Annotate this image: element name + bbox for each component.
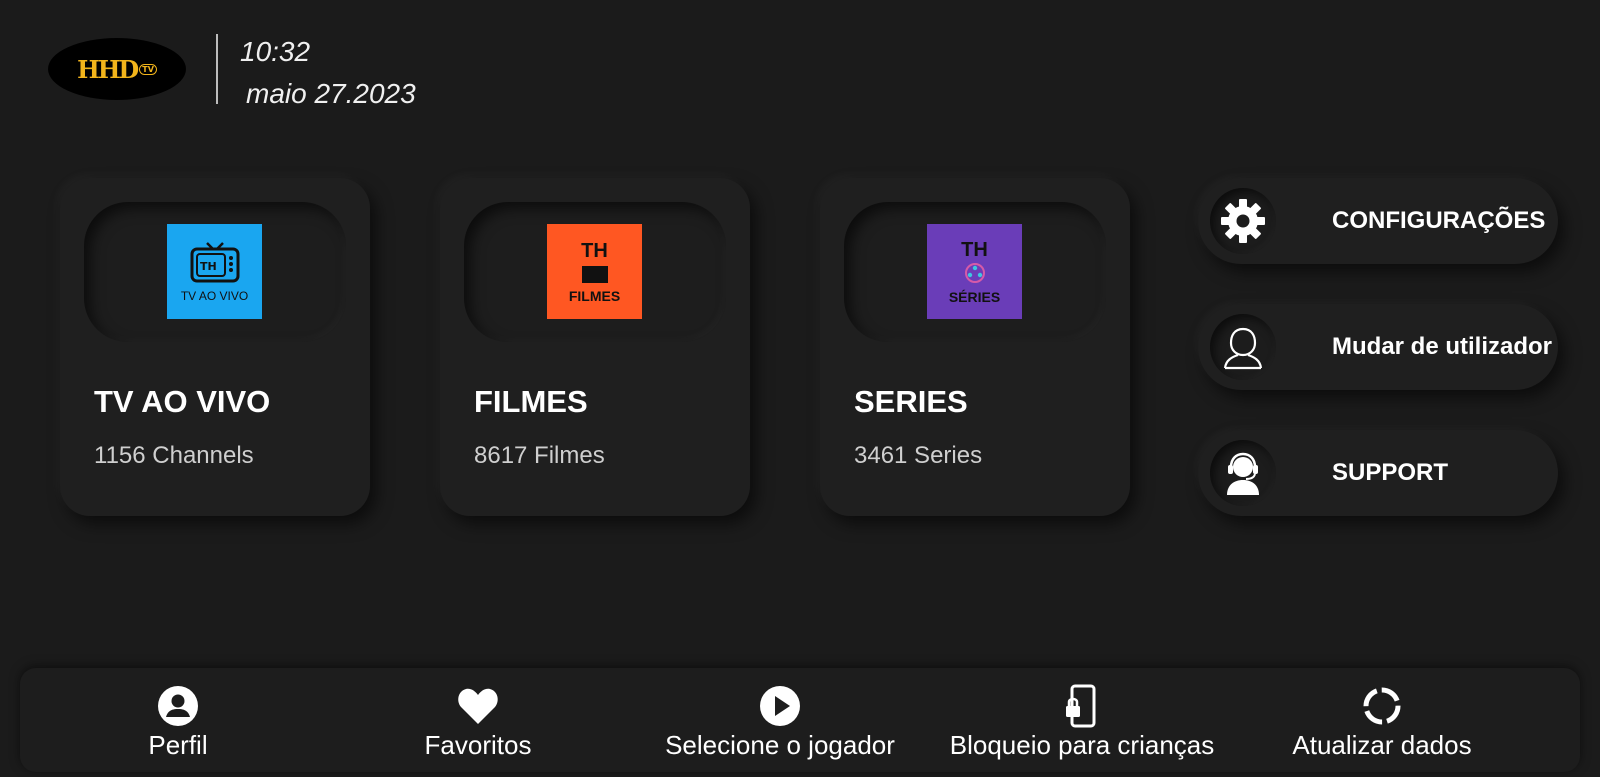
tile-label: TV AO VIVO — [180, 288, 249, 303]
nav-select-player[interactable]: Selecione o jogador — [630, 668, 930, 772]
svg-text:TH: TH — [200, 260, 217, 273]
settings-label: CONFIGURAÇÕES — [1332, 207, 1546, 234]
card-subtitle: 1156 Channels — [94, 442, 254, 469]
support-label: SUPPORT — [1332, 459, 1449, 486]
play-icon — [760, 686, 800, 726]
nav-label: Bloqueio para crianças — [949, 730, 1215, 760]
tv-frame-icon: TH — [190, 241, 239, 282]
card-series[interactable]: TH SÉRIES SERIES 3461 Series — [820, 178, 1130, 516]
nav-label: Selecione o jogador — [665, 730, 895, 760]
clapper-icon — [581, 265, 608, 283]
logo-sub: TV — [139, 63, 157, 75]
clock-time: 10:32 — [240, 36, 311, 67]
film-reel-icon: TH SÉRIES — [927, 224, 1022, 319]
clock-date: maio 27.2023 — [246, 78, 416, 109]
gear-icon — [1210, 188, 1276, 254]
nav-refresh-data[interactable]: Atualizar dados — [1232, 668, 1532, 772]
card-subtitle: 8617 Filmes — [474, 442, 605, 469]
card-title: SERIES — [854, 384, 968, 419]
nav-favorites[interactable]: Favoritos — [328, 668, 628, 772]
support-button[interactable]: SUPPORT — [1198, 430, 1558, 516]
tile-th: TH — [961, 238, 988, 261]
card-title: TV AO VIVO — [94, 384, 271, 419]
card-movies[interactable]: TH FILMES FILMES 8617 Filmes — [440, 178, 750, 516]
nav-profile[interactable]: Perfil — [28, 668, 328, 772]
card-live-tv[interactable]: TH TV AO VIVO TV AO VIVO 1156 Channels — [60, 178, 370, 516]
home-screen: HHD TV 10:32 maio 27.2023 TH TV AO VIVO … — [0, 0, 1600, 777]
tile-th: TH — [581, 239, 608, 262]
logo-text: HHD — [77, 54, 139, 84]
nav-parental-lock[interactable]: Bloqueio para crianças — [932, 668, 1232, 772]
reel-icon — [964, 262, 985, 283]
tv-icon: TH TV AO VIVO — [167, 224, 262, 319]
switch-user-label: Mudar de utilizador — [1332, 333, 1553, 360]
clapperboard-icon: TH FILMES — [547, 224, 642, 319]
heart-icon — [458, 688, 498, 724]
refresh-icon — [1363, 687, 1401, 725]
tile-label: SÉRIES — [948, 288, 1001, 305]
card-title: FILMES — [474, 384, 588, 419]
settings-button[interactable]: CONFIGURAÇÕES — [1198, 178, 1558, 264]
user-outline-icon — [1210, 314, 1276, 380]
card-subtitle: 3461 Series — [854, 442, 983, 469]
profile-icon — [158, 686, 198, 726]
app-logo: HHD TV — [48, 38, 186, 100]
header-divider — [216, 34, 218, 104]
nav-label: Favoritos — [424, 730, 532, 760]
bottom-nav: Perfil Favoritos Selecione o jogador Blo… — [20, 668, 1580, 772]
switch-user-button[interactable]: Mudar de utilizador — [1198, 304, 1558, 390]
tile-label: FILMES — [568, 287, 621, 304]
nav-label: Perfil — [148, 730, 208, 760]
nav-label: Atualizar dados — [1292, 730, 1472, 760]
headset-icon — [1210, 440, 1276, 506]
phone-lock-icon — [1066, 684, 1096, 728]
